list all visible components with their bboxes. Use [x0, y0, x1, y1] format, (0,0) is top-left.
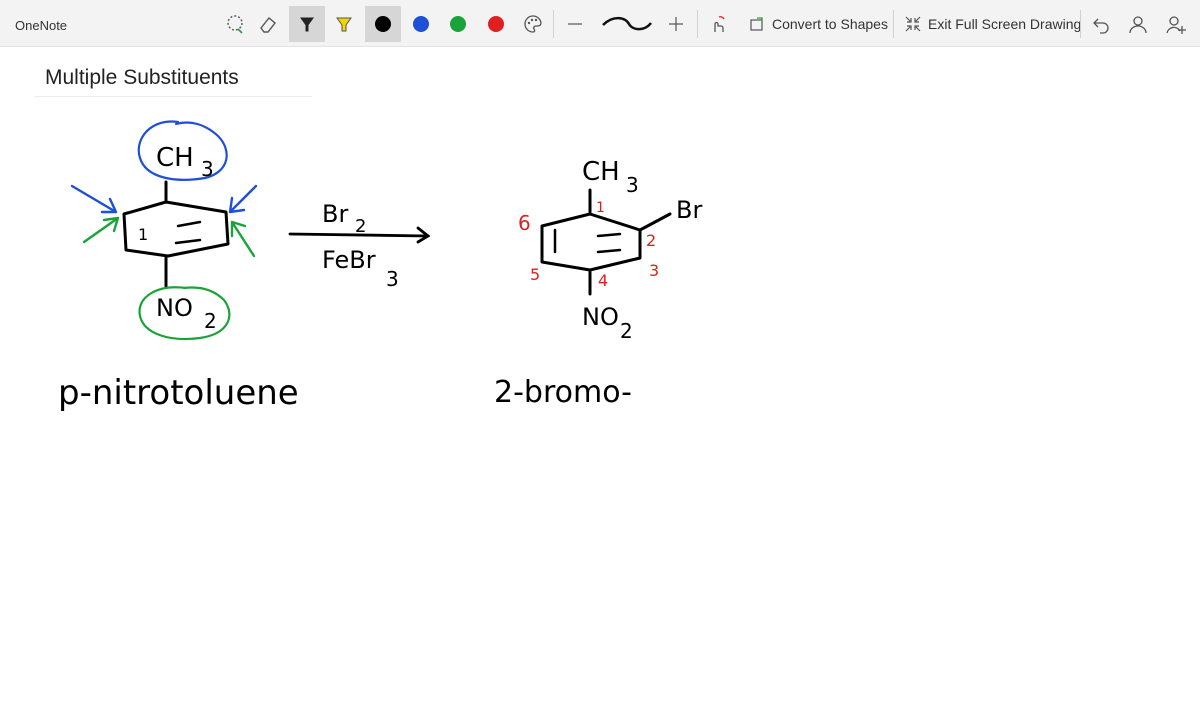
toolbar: OneNote Convert to Shapes Exit Full Scre… — [0, 0, 1200, 47]
no2-label: NO — [156, 294, 193, 322]
undo-icon — [1093, 18, 1109, 34]
ch3-subscript: 3 — [201, 157, 214, 181]
ch3-label: CH — [582, 157, 620, 187]
lasso-select-button[interactable] — [217, 6, 253, 42]
color-green-swatch — [450, 16, 466, 32]
no2-subscript: 2 — [204, 309, 217, 333]
account-button[interactable] — [1120, 6, 1156, 42]
benzene-ring — [540, 212, 642, 272]
color-red-swatch — [488, 16, 504, 32]
color-black-swatch — [375, 16, 391, 32]
stroke-style-button[interactable] — [596, 6, 656, 42]
convert-to-shapes-label: Convert to Shapes — [772, 16, 888, 32]
eraser-button[interactable] — [250, 6, 286, 42]
ortho-arrow-blue-right — [228, 184, 258, 214]
color-black-button[interactable] — [365, 6, 401, 42]
eraser-icon — [260, 17, 276, 33]
share-button[interactable] — [1158, 6, 1194, 42]
reagent-below: FeBr — [322, 246, 376, 274]
double-bond-mark — [174, 238, 202, 245]
position-number-3: 3 — [649, 261, 659, 280]
exit-full-screen-button[interactable]: Exit Full Screen Drawing — [900, 6, 1085, 42]
touch-writing-icon — [714, 16, 725, 32]
pen-icon — [300, 17, 314, 32]
highlighter-icon — [336, 17, 352, 32]
left-molecule-name: p-nitrotoluene — [58, 373, 299, 413]
position-number-4: 4 — [598, 271, 608, 290]
bond-line — [638, 212, 672, 232]
left-molecule: CH 3 1 NO 2 — [70, 120, 258, 341]
reagent-above-subscript: 2 — [355, 216, 366, 237]
palette-icon — [524, 15, 542, 33]
thickness-increase-button[interactable] — [658, 6, 694, 42]
reagent-above: Br — [322, 200, 348, 228]
color-blue-swatch — [413, 16, 429, 32]
add-person-icon — [1166, 16, 1186, 34]
thin-line-icon — [568, 23, 582, 25]
color-palette-button[interactable] — [515, 6, 551, 42]
wave-stroke-icon — [602, 16, 652, 31]
double-bond-mark — [176, 220, 202, 228]
plus-icon — [669, 17, 683, 31]
ortho-arrow-green-left — [82, 216, 120, 244]
undo-button[interactable] — [1083, 6, 1119, 42]
color-blue-button[interactable] — [403, 6, 439, 42]
drawing-canvas[interactable]: CH 3 1 NO 2 p-nitrotoluene Br 2 FeBr 3 C… — [0, 48, 1200, 720]
ortho-arrow-green-right — [230, 220, 256, 258]
double-bond-mark — [596, 232, 622, 238]
reagent-below-subscript: 3 — [386, 267, 399, 291]
exit-full-screen-icon — [905, 16, 921, 32]
position-number-6: 6 — [518, 211, 531, 235]
br-label: Br — [676, 196, 702, 224]
toolbar-separator — [1080, 10, 1081, 38]
position-number-2: 2 — [646, 231, 656, 250]
reaction-arrow: Br 2 FeBr 3 — [288, 200, 431, 291]
ring-mark: 1 — [138, 225, 148, 244]
app-name: OneNote — [15, 18, 68, 33]
toolbar-separator — [893, 10, 894, 38]
person-icon — [1129, 16, 1147, 34]
double-bond-mark — [596, 248, 622, 254]
ch3-label: CH — [156, 143, 194, 173]
highlighter-button[interactable] — [326, 6, 362, 42]
touch-drawing-button[interactable] — [700, 6, 736, 42]
convert-shapes-icon — [750, 17, 763, 31]
right-molecule: CH 3 Br NO 2 1 2 3 4 5 6 — [518, 157, 702, 343]
no2-subscript: 2 — [620, 319, 633, 343]
thickness-thin-button[interactable] — [557, 6, 593, 42]
convert-to-shapes-button[interactable]: Convert to Shapes — [744, 6, 892, 42]
lasso-select-icon — [227, 15, 243, 34]
no2-label: NO — [582, 303, 619, 331]
exit-full-screen-label: Exit Full Screen Drawing — [928, 16, 1082, 32]
toolbar-separator — [553, 10, 554, 38]
color-red-button[interactable] — [478, 6, 514, 42]
right-molecule-name-partial: 2-bromo- — [494, 375, 632, 410]
position-number-1: 1 — [596, 200, 605, 216]
toolbar-separator — [697, 10, 698, 38]
position-number-5: 5 — [530, 265, 540, 284]
ch3-subscript: 3 — [626, 173, 639, 197]
color-green-button[interactable] — [440, 6, 476, 42]
pen-button[interactable] — [289, 6, 325, 42]
ortho-arrow-blue-left — [70, 184, 118, 214]
